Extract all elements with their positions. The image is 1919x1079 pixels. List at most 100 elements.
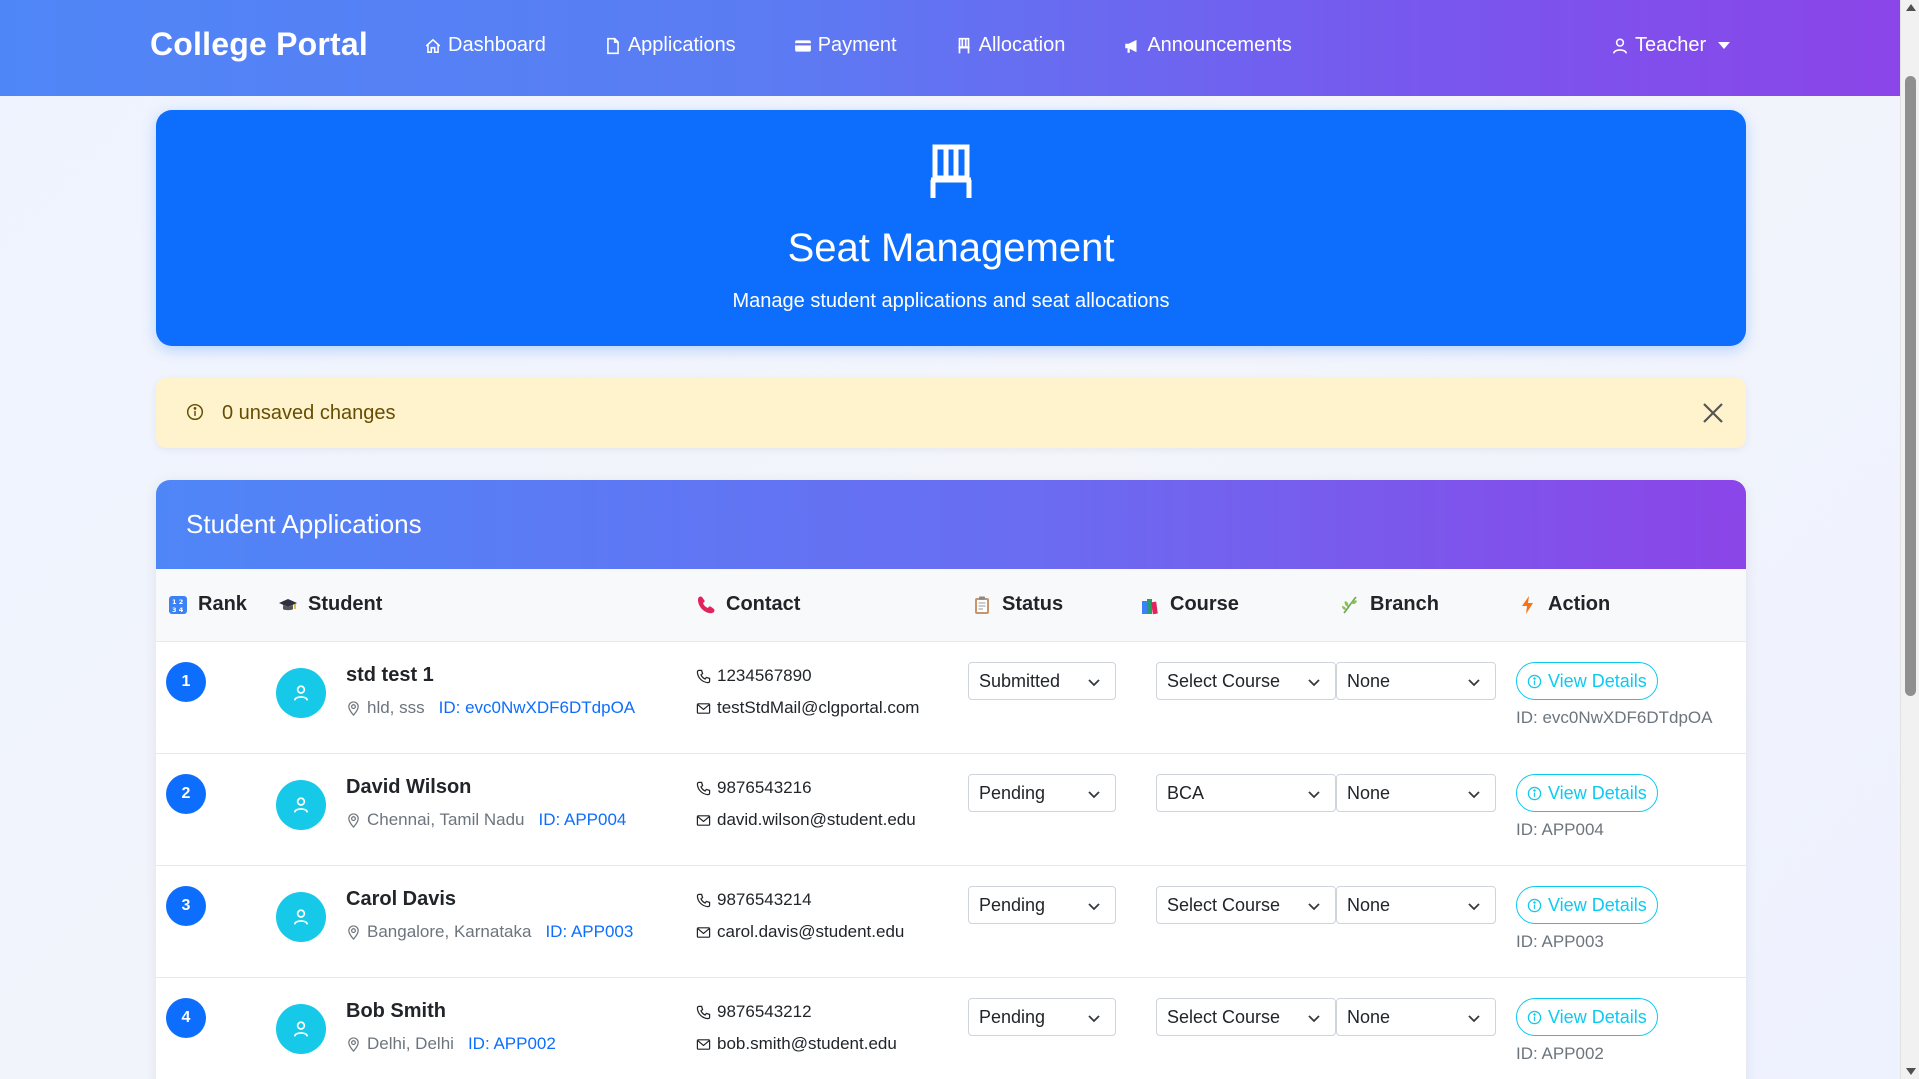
phone-text: 1234567890 bbox=[717, 666, 812, 685]
avatar bbox=[276, 780, 326, 830]
phone-icon bbox=[696, 1005, 711, 1019]
svg-text:1 2: 1 2 bbox=[172, 598, 183, 606]
student-name: Bob Smith bbox=[346, 1000, 446, 1022]
lightning-icon bbox=[1522, 595, 1533, 614]
table-row: 3 Carol Davis Bangalore, Karnataka ID: A… bbox=[156, 865, 1746, 977]
close-icon[interactable] bbox=[1700, 400, 1726, 426]
user-menu-toggle[interactable]: Teacher bbox=[1611, 34, 1731, 57]
email-text: carol.davis@student.edu bbox=[717, 922, 905, 941]
branch-value: None bbox=[1347, 671, 1391, 691]
graduation-cap-icon bbox=[279, 598, 297, 610]
branch-value: None bbox=[1347, 895, 1391, 915]
course-select[interactable]: Select Course bbox=[1156, 662, 1336, 700]
person-icon bbox=[293, 685, 309, 701]
location-text: hld, sss bbox=[367, 698, 425, 717]
student-applications-card: Student Applications 1 23 4 Rank Student… bbox=[156, 480, 1746, 1079]
table-row: 1 std test 1 hld, sss ID: evc0NwXDF6DTdp… bbox=[156, 641, 1746, 753]
phone-text: 9876543212 bbox=[717, 1002, 812, 1021]
rank-badge: 4 bbox=[166, 998, 206, 1038]
action-id: ID: APP004 bbox=[1516, 820, 1604, 839]
info-circle-icon bbox=[1527, 786, 1542, 800]
chevron-down-icon bbox=[1308, 903, 1320, 911]
branch-select[interactable]: None bbox=[1336, 774, 1496, 812]
chevron-down-icon bbox=[1088, 1015, 1100, 1023]
svg-text:3 4: 3 4 bbox=[172, 606, 184, 614]
chevron-down-icon bbox=[1308, 679, 1320, 687]
student-location: Chennai, Tamil Nadu ID: APP004 bbox=[346, 810, 626, 830]
course-value: Select Course bbox=[1167, 895, 1281, 915]
page-scrollbar[interactable] bbox=[1900, 0, 1919, 1079]
user-icon bbox=[1613, 37, 1627, 54]
house-icon bbox=[425, 38, 441, 53]
status-select[interactable]: Pending bbox=[968, 886, 1116, 924]
scrollbar-thumb[interactable] bbox=[1905, 76, 1916, 696]
th-branch-label: Branch bbox=[1370, 593, 1439, 615]
email-text: bob.smith@student.edu bbox=[717, 1034, 897, 1053]
info-circle-icon bbox=[1527, 1010, 1542, 1024]
map-pin-icon bbox=[348, 812, 359, 828]
credit-card-icon bbox=[794, 39, 811, 52]
phone-text: 9876543216 bbox=[717, 778, 812, 797]
table-row: 4 Bob Smith Delhi, Delhi ID: APP002 9876… bbox=[156, 977, 1746, 1079]
student-phone: 1234567890 bbox=[696, 666, 812, 686]
student-email: testStdMail@clgportal.com bbox=[696, 698, 919, 718]
map-pin-icon bbox=[348, 1036, 359, 1052]
student-email: carol.davis@student.edu bbox=[696, 922, 904, 942]
course-select[interactable]: BCA bbox=[1156, 774, 1336, 812]
rank-badge: 1 bbox=[166, 662, 206, 702]
chevron-down-icon bbox=[1088, 791, 1100, 799]
view-details-button[interactable]: View Details bbox=[1516, 662, 1658, 700]
branch-select[interactable]: None bbox=[1336, 886, 1496, 924]
th-contact-label: Contact bbox=[726, 593, 801, 615]
student-id: ID: APP004 bbox=[538, 810, 627, 829]
status-select[interactable]: Pending bbox=[968, 998, 1116, 1036]
student-phone: 9876543214 bbox=[696, 890, 812, 910]
brand-logo[interactable]: College Portal bbox=[150, 26, 368, 63]
view-details-label: View Details bbox=[1548, 894, 1647, 915]
scroll-up-arrow-icon[interactable] bbox=[1906, 4, 1916, 11]
view-details-label: View Details bbox=[1548, 782, 1647, 803]
nav-announcements[interactable]: Announcements bbox=[1123, 34, 1292, 57]
student-phone: 9876543216 bbox=[696, 778, 812, 798]
nav-allocation-label: Allocation bbox=[978, 34, 1066, 56]
phone-text: 9876543214 bbox=[717, 890, 812, 909]
nav-payment-label: Payment bbox=[817, 34, 897, 56]
student-phone: 9876543212 bbox=[696, 1002, 812, 1022]
status-select[interactable]: Submitted bbox=[968, 662, 1116, 700]
nav-payment[interactable]: Payment bbox=[794, 34, 897, 57]
th-rank: 1 23 4 Rank bbox=[168, 593, 247, 616]
student-id: ID: APP002 bbox=[467, 1034, 556, 1053]
top-navbar: College Portal Dashboard Applications Pa… bbox=[0, 0, 1900, 96]
student-email: david.wilson@student.edu bbox=[696, 810, 916, 830]
envelope-icon bbox=[696, 1038, 711, 1050]
chevron-down-icon bbox=[1468, 903, 1480, 911]
envelope-icon bbox=[696, 702, 711, 714]
course-select[interactable]: Select Course bbox=[1156, 998, 1336, 1036]
email-text: david.wilson@student.edu bbox=[717, 810, 916, 829]
envelope-icon bbox=[696, 926, 711, 938]
nav-allocation[interactable]: Allocation bbox=[955, 34, 1066, 57]
location-text: Bangalore, Karnataka bbox=[367, 922, 532, 941]
view-details-button[interactable]: View Details bbox=[1516, 886, 1658, 924]
branch-select[interactable]: None bbox=[1336, 662, 1496, 700]
branch-select[interactable]: None bbox=[1336, 998, 1496, 1036]
file-icon bbox=[606, 37, 619, 54]
table-row: 2 David Wilson Chennai, Tamil Nadu ID: A… bbox=[156, 753, 1746, 865]
scroll-down-arrow-icon[interactable] bbox=[1906, 1068, 1916, 1075]
course-select[interactable]: Select Course bbox=[1156, 886, 1336, 924]
course-value: Select Course bbox=[1167, 1007, 1281, 1027]
status-select[interactable]: Pending bbox=[968, 774, 1116, 812]
clipboard-icon bbox=[975, 596, 989, 614]
phone-icon bbox=[697, 596, 715, 613]
card-title: Student Applications bbox=[156, 480, 1746, 569]
status-value: Submitted bbox=[979, 671, 1061, 691]
phone-icon bbox=[696, 669, 711, 683]
view-details-button[interactable]: View Details bbox=[1516, 774, 1658, 812]
nav-applications[interactable]: Applications bbox=[604, 34, 736, 57]
nav-dashboard[interactable]: Dashboard bbox=[424, 34, 546, 57]
chair-icon bbox=[930, 144, 972, 198]
person-icon bbox=[293, 797, 309, 813]
nav-announcements-label: Announcements bbox=[1147, 34, 1292, 56]
view-details-button[interactable]: View Details bbox=[1516, 998, 1658, 1036]
location-text: Delhi, Delhi bbox=[367, 1034, 454, 1053]
